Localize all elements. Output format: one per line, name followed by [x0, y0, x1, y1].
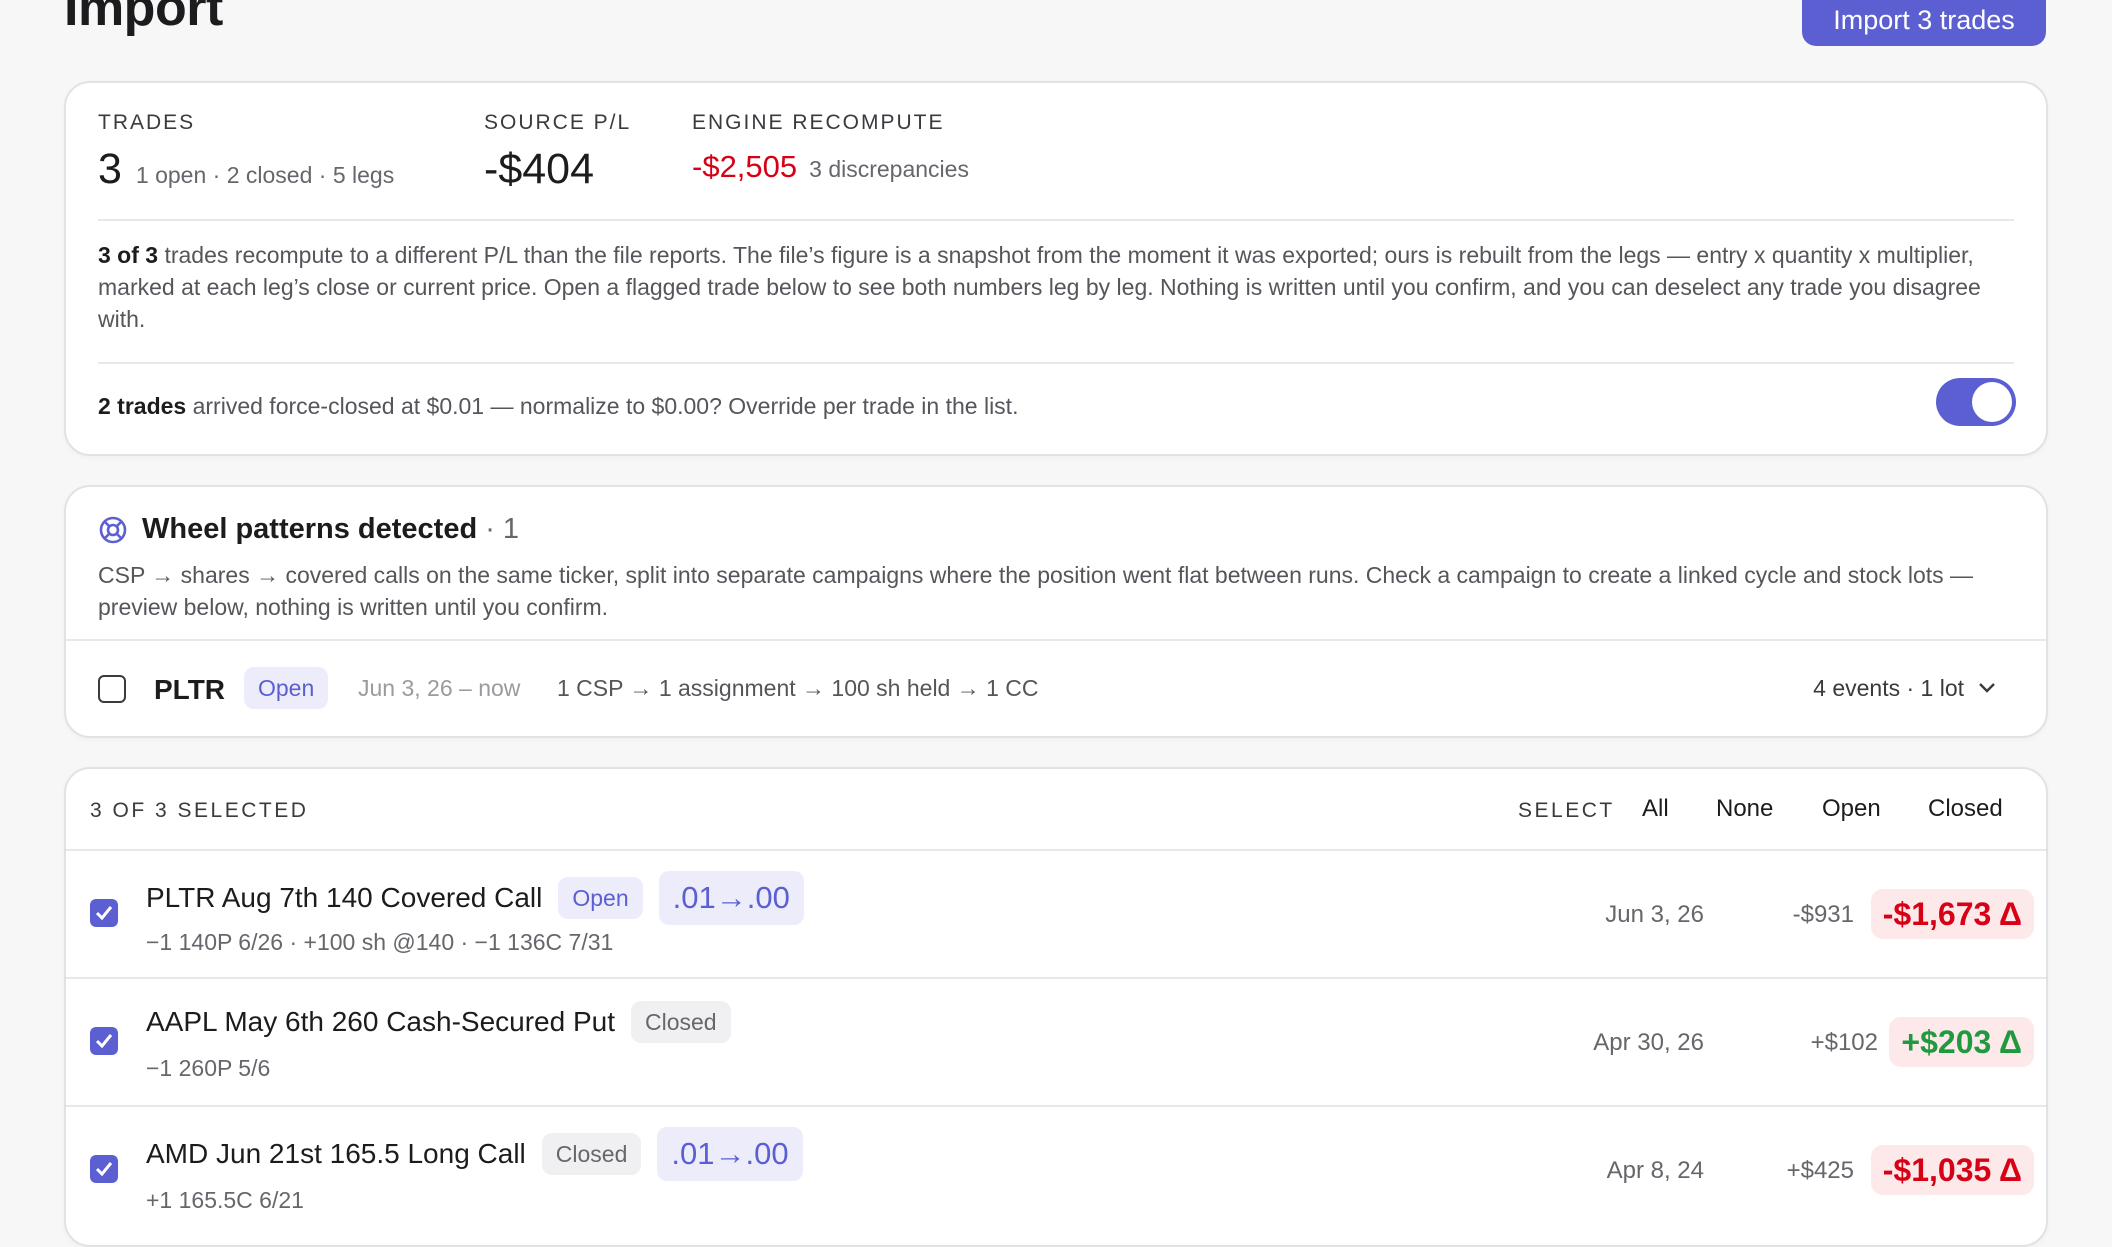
- trade-checkbox[interactable]: [90, 899, 118, 927]
- engine-recompute-stat: ENGINE RECOMPUTE -$2,505 3 discrepancies: [692, 111, 969, 185]
- source-pl-value: -$404: [484, 145, 594, 193]
- trade-legs: −1 140P 6/26 · +100 sh @140 · −1 136C 7/…: [146, 929, 614, 955]
- trade-date: Apr 8, 24: [1606, 1157, 1704, 1184]
- trade-name: AMD Jun 21st 165.5 Long Call: [146, 1138, 526, 1169]
- campaign-status-badge: Open: [244, 667, 329, 709]
- select-all-button[interactable]: All: [1642, 795, 1669, 823]
- selected-count: 3 OF 3 SELECTED: [90, 799, 309, 822]
- discrepancies-count: 3 discrepancies: [809, 156, 969, 182]
- trade-list-card: 3 OF 3 SELECTED SELECT All None Open Clo…: [64, 767, 2048, 1247]
- lifebuoy-icon: [98, 515, 128, 545]
- campaign-checkbox[interactable]: [98, 675, 126, 703]
- select-none-button[interactable]: None: [1716, 795, 1773, 823]
- summary-card: TRADES 3 1 open · 2 closed · 5 legs SOUR…: [64, 81, 2048, 456]
- engine-pl-delta[interactable]: +$203 Δ: [1889, 1017, 2034, 1067]
- trade-date: Apr 30, 26: [1593, 1029, 1704, 1056]
- explanation-text: trades recompute to a different P/L than…: [98, 242, 1981, 332]
- engine-pl-delta[interactable]: -$1,673 Δ: [1870, 889, 2034, 939]
- normalize-toggle[interactable]: [1936, 378, 2016, 426]
- force-closed-notice: 2 trades arrived force-closed at $0.01 —…: [98, 390, 2014, 422]
- trade-status-badge: Open: [558, 877, 643, 919]
- trade-legs: −1 260P 5/6: [146, 1055, 271, 1081]
- trades-count: 3: [98, 145, 122, 193]
- engine-recompute-value: -$2,505: [692, 149, 798, 184]
- trade-name: AAPL May 6th 260 Cash-Secured Put: [146, 1006, 615, 1037]
- chevron-down-icon[interactable]: [1978, 681, 1996, 699]
- source-pl: +$102: [1810, 1029, 1878, 1056]
- trade-date: Jun 3, 26: [1605, 901, 1704, 928]
- campaign-summary: 4 events · 1 lot: [1813, 675, 1964, 701]
- trade-row[interactable]: AMD Jun 21st 165.5 Long Call Closed .01→…: [66, 1105, 2046, 1233]
- select-open-button[interactable]: Open: [1822, 795, 1881, 823]
- wheel-description: CSP → shares → covered calls on the same…: [98, 562, 1974, 620]
- trade-name: PLTR Aug 7th 140 Covered Call: [146, 882, 543, 913]
- source-pl-stat: SOURCE P/L -$404: [484, 111, 631, 194]
- force-closed-strong: 2 trades: [98, 393, 187, 419]
- select-closed-button[interactable]: Closed: [1928, 795, 2003, 823]
- toggle-knob: [1972, 382, 2012, 422]
- engine-pl-delta[interactable]: -$1,035 Δ: [1870, 1145, 2034, 1195]
- import-trades-button[interactable]: Import 3 trades: [1802, 0, 2046, 46]
- wheel-patterns-title: Wheel patterns detected: [142, 513, 478, 545]
- wheel-patterns-count: · 1: [485, 513, 520, 545]
- campaign-ticker: PLTR: [154, 674, 226, 705]
- recompute-explanation: 3 of 3 trades recompute to a different P…: [98, 239, 2014, 335]
- select-label: SELECT: [1518, 799, 1615, 822]
- trade-row[interactable]: AAPL May 6th 260 Cash-Secured Put Closed…: [66, 977, 2046, 1105]
- trade-checkbox[interactable]: [90, 1027, 118, 1055]
- campaign-flow: 1 CSP → 1 assignment → 100 sh held → 1 C…: [557, 675, 1039, 701]
- campaign-row[interactable]: PLTR Open Jun 3, 26 – now 1 CSP → 1 assi…: [66, 641, 2046, 736]
- wheel-patterns-card: Wheel patterns detected · 1 CSP → shares…: [64, 485, 2048, 738]
- explanation-strong: 3 of 3: [98, 242, 159, 268]
- trade-legs: +1 165.5C 6/21: [146, 1187, 304, 1213]
- campaign-dates: Jun 3, 26 – now: [358, 675, 521, 701]
- trade-row[interactable]: PLTR Aug 7th 140 Covered Call Open .01→.…: [66, 849, 2046, 977]
- trades-stat: TRADES 3 1 open · 2 closed · 5 legs: [98, 111, 394, 194]
- source-pl: -$931: [1792, 901, 1854, 928]
- normalize-badge[interactable]: .01→.00: [657, 1127, 803, 1181]
- force-closed-text: arrived force-closed at $0.01 — normaliz…: [186, 393, 1019, 419]
- engine-recompute-label: ENGINE RECOMPUTE: [692, 111, 945, 134]
- normalize-badge[interactable]: .01→.00: [658, 871, 804, 925]
- trade-status-badge: Closed: [541, 1133, 642, 1175]
- trades-detail: 1 open · 2 closed · 5 legs: [135, 162, 395, 188]
- source-pl: +$425: [1786, 1157, 1854, 1184]
- trade-status-badge: Closed: [631, 1001, 731, 1043]
- trade-checkbox[interactable]: [90, 1155, 118, 1183]
- page-title: Import: [64, 0, 223, 37]
- divider: [98, 219, 2014, 221]
- divider: [98, 362, 2014, 364]
- source-pl-label: SOURCE P/L: [484, 111, 632, 134]
- trades-label: TRADES: [98, 111, 196, 134]
